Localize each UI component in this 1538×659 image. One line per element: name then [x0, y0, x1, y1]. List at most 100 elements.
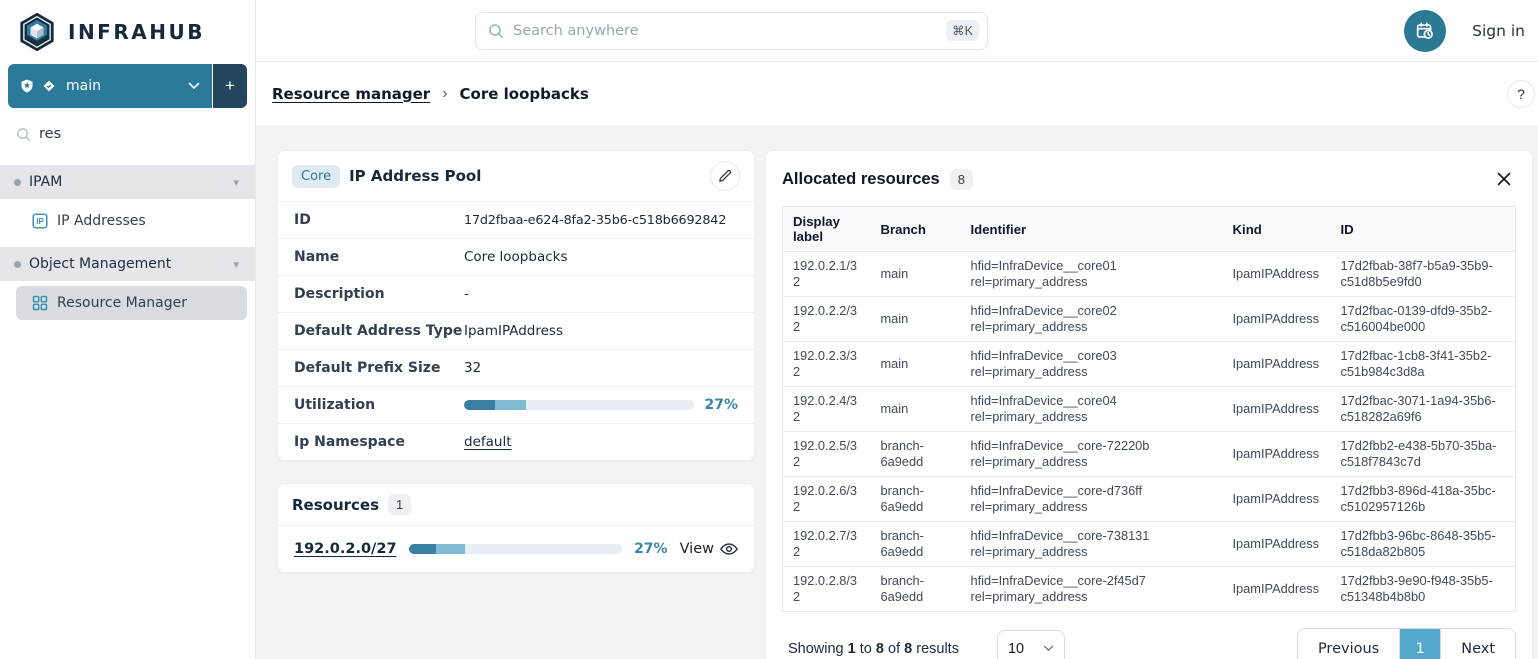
cell-branch: branch-6a9edd — [871, 431, 961, 476]
cell-display-label: 192.0.2.8/32 — [783, 566, 871, 611]
cell-identifier: hfid=InfraDevice__core-72220brel=primary… — [961, 431, 1223, 476]
cell-display-label: 192.0.2.1/32 — [783, 252, 871, 297]
resources-card: Resources 1 192.0.2.0/27 27% View — [277, 483, 755, 573]
add-branch-button[interactable]: + — [213, 64, 247, 108]
eye-icon — [720, 542, 738, 556]
field-label: Default Address Type — [294, 323, 464, 339]
sidebar: INFRAHUB main + — [0, 0, 256, 659]
sidebar-nav: IPAM ▾ IP IP Addresses Object Management… — [0, 156, 255, 320]
table-row: 192.0.2.4/32 main hfid=InfraDevice__core… — [783, 386, 1516, 431]
sidebar-item-resource-manager[interactable]: Resource Manager — [16, 286, 247, 320]
cell-branch: branch-6a9edd — [871, 521, 961, 566]
breadcrumb-parent-link[interactable]: Resource manager — [272, 85, 430, 103]
table-row: 192.0.2.6/32 branch-6a9edd hfid=InfraDev… — [783, 476, 1516, 521]
main-area: ⌘K Sign in Resource manager — [256, 0, 1538, 659]
field-row-id: ID 17d2fbaa-e624-8fa2-35b6-c518b6692842 — [278, 201, 754, 238]
global-search[interactable]: ⌘K — [475, 12, 988, 50]
allocated-count-badge: 8 — [950, 169, 973, 190]
page-size-value: 10 — [1008, 641, 1024, 657]
table-row: 192.0.2.2/32 main hfid=InfraDevice__core… — [783, 296, 1516, 341]
keyboard-shortcut-badge: ⌘K — [946, 20, 979, 41]
chevron-down-icon — [188, 82, 200, 90]
chevron-right-icon: › — [442, 85, 447, 103]
column-header-branch: Branch — [871, 207, 961, 252]
field-value: 17d2fbaa-e624-8fa2-35b6-c518b6692842 — [464, 213, 726, 228]
cell-kind: IpamIPAddress — [1223, 386, 1331, 431]
shield-badge-icon — [20, 79, 34, 93]
field-label: Utilization — [294, 397, 464, 413]
cell-branch: branch-6a9edd — [871, 476, 961, 521]
edit-button[interactable] — [710, 161, 740, 191]
sidebar-search[interactable] — [0, 108, 255, 156]
schedule-avatar-button[interactable] — [1404, 10, 1446, 52]
cell-display-label: 192.0.2.5/32 — [783, 431, 871, 476]
cell-kind: IpamIPAddress — [1223, 566, 1331, 611]
sidebar-item-label: Resource Manager — [57, 295, 187, 311]
page-1-button[interactable]: 1 — [1400, 629, 1440, 659]
view-button[interactable]: View — [680, 541, 738, 557]
resources-card-title: Resources — [292, 496, 379, 514]
branch-diamond-icon — [42, 79, 56, 93]
pager: Previous 1 Next — [1297, 628, 1516, 659]
sidebar-group-object-management[interactable]: Object Management ▾ — [0, 247, 255, 281]
cell-kind: IpamIPAddress — [1223, 252, 1331, 297]
prefix-link[interactable]: 192.0.2.0/27 — [294, 541, 397, 557]
cell-identifier: hfid=InfraDevice__core-2f45d7rel=primary… — [961, 566, 1223, 611]
logo[interactable]: INFRAHUB — [0, 0, 255, 62]
grid-icon — [32, 295, 48, 311]
next-page-button[interactable]: Next — [1440, 629, 1515, 659]
cell-id: 17d2fbac-0139-dfd9-35b2-c516004be000 — [1331, 296, 1516, 341]
allocated-panel-header: Allocated resources 8 — [782, 167, 1516, 191]
pencil-icon — [718, 169, 732, 183]
infrahub-logo-icon — [16, 11, 58, 53]
namespace-link[interactable]: default — [464, 434, 512, 450]
field-row-utilization: Utilization 27% — [278, 386, 754, 423]
table-row: 192.0.2.5/32 branch-6a9edd hfid=InfraDev… — [783, 431, 1516, 476]
cell-id: 17d2fbb3-896d-418a-35bc-c5102957126b — [1331, 476, 1516, 521]
cell-branch: branch-6a9edd — [871, 566, 961, 611]
results-summary: Showing 1 to 8 of 8 results — [788, 641, 959, 657]
cell-kind: IpamIPAddress — [1223, 431, 1331, 476]
ip-address-icon: IP — [32, 213, 48, 229]
close-panel-button[interactable] — [1492, 167, 1516, 191]
content: Core IP Address Pool ID 17d2fbaa-e624-8f… — [256, 125, 1538, 659]
cell-kind: IpamIPAddress — [1223, 341, 1331, 386]
allocated-title: Allocated resources — [782, 170, 940, 189]
page-size-select[interactable]: 10 — [997, 630, 1065, 659]
sidebar-group-ipam[interactable]: IPAM ▾ — [0, 165, 255, 199]
progress-segment-branches — [495, 400, 526, 410]
table-header-row: Display label Branch Identifier Kind ID — [783, 207, 1516, 252]
cell-display-label: 192.0.2.3/32 — [783, 341, 871, 386]
progress-track — [409, 544, 623, 554]
sidebar-search-input[interactable] — [39, 126, 219, 142]
column-header-id: ID — [1331, 207, 1516, 252]
ip-address-pool-card: Core IP Address Pool ID 17d2fbaa-e624-8f… — [277, 150, 755, 461]
cell-kind: IpamIPAddress — [1223, 476, 1331, 521]
table-row: 192.0.2.3/32 main hfid=InfraDevice__core… — [783, 341, 1516, 386]
cell-id: 17d2fbac-1cb8-3f41-35b2-c51b984c3d8a — [1331, 341, 1516, 386]
field-label: Name — [294, 249, 464, 265]
cell-branch: main — [871, 341, 961, 386]
global-search-input[interactable] — [513, 23, 937, 39]
top-header: ⌘K Sign in — [256, 0, 1538, 62]
table-row: 192.0.2.7/32 branch-6a9edd hfid=InfraDev… — [783, 521, 1516, 566]
branch-selector-row: main + — [0, 64, 255, 108]
branch-selector-button[interactable]: main — [8, 64, 212, 108]
field-row-default-prefix-size: Default Prefix Size 32 — [278, 349, 754, 386]
cell-identifier: hfid=InfraDevice__core02rel=primary_addr… — [961, 296, 1223, 341]
sidebar-item-ip-addresses[interactable]: IP IP Addresses — [16, 204, 247, 238]
cell-kind: IpamIPAddress — [1223, 521, 1331, 566]
field-label: Ip Namespace — [294, 434, 464, 450]
close-icon — [1496, 171, 1512, 187]
chevron-down-icon — [1043, 645, 1054, 652]
previous-page-button[interactable]: Previous — [1298, 629, 1400, 659]
cell-branch: main — [871, 296, 961, 341]
sign-in-link[interactable]: Sign in — [1472, 22, 1525, 40]
cell-branch: main — [871, 252, 961, 297]
column-header-display-label: Display label — [783, 207, 871, 252]
help-button[interactable]: ? — [1507, 80, 1535, 108]
cell-id: 17d2fbab-38f7-b5a9-35b9-c51d8b5e9fd0 — [1331, 252, 1516, 297]
allocated-resources-table: Display label Branch Identifier Kind ID … — [782, 206, 1516, 612]
field-row-description: Description - — [278, 275, 754, 312]
collapse-triangle-icon: ▾ — [233, 258, 241, 271]
